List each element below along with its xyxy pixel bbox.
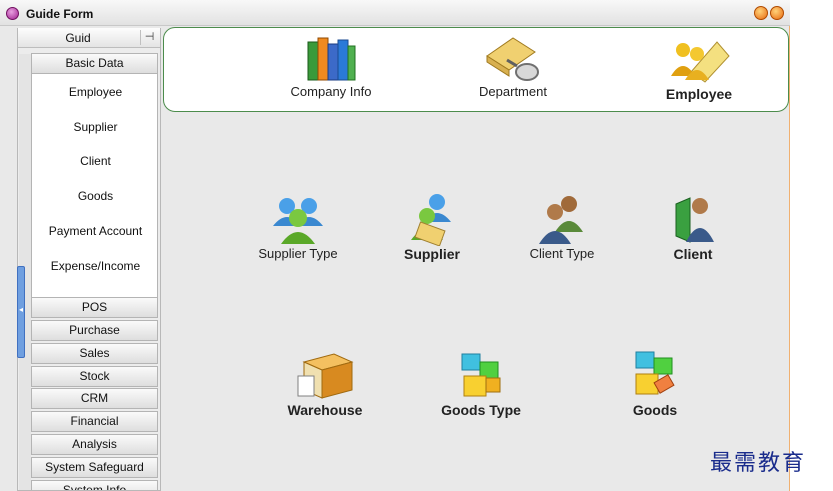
close-button[interactable] — [770, 6, 784, 20]
nav-payment-account[interactable]: Payment Account — [32, 220, 159, 242]
tile-label: Client Type — [529, 246, 595, 261]
nav-employee[interactable]: Employee — [32, 81, 159, 103]
nav-goods[interactable]: Goods — [32, 185, 159, 207]
tile-label: Supplier — [403, 246, 460, 262]
tile-company-info[interactable]: Company Info — [286, 34, 376, 99]
book-magnifier-icon — [486, 37, 539, 81]
tile-label: Goods — [632, 402, 678, 418]
app-icon — [6, 7, 19, 20]
tile-label: Warehouse — [287, 402, 363, 418]
group-basic-data[interactable]: Basic Data — [31, 53, 158, 74]
window-title: Guide Form — [26, 7, 94, 21]
tile-department[interactable]: Department — [468, 34, 558, 99]
tile-supplier[interactable]: Supplier — [387, 192, 477, 262]
tile-label: Company Info — [290, 84, 372, 99]
nav-client[interactable]: Client — [32, 150, 159, 172]
minimize-button[interactable] — [754, 6, 768, 20]
two-persons-icon — [539, 196, 583, 244]
group-pos[interactable]: POS — [31, 297, 158, 318]
group-financial[interactable]: Financial — [31, 411, 158, 432]
guide-form-window: Guide Form Guid ⊣ Basic Data Employee Su… — [0, 0, 790, 491]
cubes-tag-icon — [635, 351, 675, 395]
group-sales[interactable]: Sales — [31, 343, 158, 364]
group-crm[interactable]: CRM — [31, 388, 158, 409]
tile-warehouse[interactable]: Warehouse — [280, 346, 370, 418]
title-bar: Guide Form — [0, 0, 790, 26]
tile-label: Client — [673, 246, 713, 262]
group-purchase[interactable]: Purchase — [31, 320, 158, 341]
basic-data-panel: Employee Supplier Client Goods Payment A… — [31, 74, 158, 297]
sidebar-header-label: Guid — [65, 31, 91, 45]
tile-label: Employee — [665, 86, 733, 102]
group-analysis[interactable]: Analysis — [31, 434, 158, 455]
cubes-icon — [461, 353, 501, 397]
supplier-people-icon — [411, 194, 451, 246]
nav-supplier[interactable]: Supplier — [32, 116, 159, 138]
tile-client-type[interactable]: Client Type — [517, 192, 607, 261]
tile-goods[interactable]: Goods — [610, 346, 700, 418]
tile-employee[interactable]: Employee — [654, 32, 744, 102]
basic-info-panel: Company Info Department Employee — [163, 27, 789, 112]
tile-supplier-type[interactable]: Supplier Type — [253, 192, 343, 261]
collapse-arrow-icon: ◂ — [19, 305, 24, 314]
group-system-info[interactable]: System Info — [31, 480, 158, 490]
sidebar-collapse-handle[interactable]: ◂ — [17, 266, 25, 358]
watermark-text: 最需教育 — [710, 451, 807, 476]
people-book-icon — [671, 41, 730, 83]
nav-expense-income[interactable]: Expense/Income — [32, 255, 159, 277]
tile-goods-type[interactable]: Goods Type — [436, 348, 526, 418]
pin-icon[interactable]: ⊣ — [140, 30, 158, 45]
people-group-icon — [273, 198, 323, 244]
main-panel: Company Info Department Employee Supplie… — [161, 26, 789, 491]
books-icon — [307, 37, 356, 81]
warehouse-icon — [297, 353, 354, 399]
tile-label: Department — [479, 84, 547, 99]
tile-label: Supplier Type — [258, 246, 338, 261]
guide-sidebar: Guid ⊣ Basic Data Employee Supplier Clie… — [17, 28, 161, 491]
person-door-icon — [675, 197, 714, 243]
group-system-safeguard[interactable]: System Safeguard — [31, 457, 158, 478]
tile-label: Goods Type — [441, 402, 521, 418]
group-stock[interactable]: Stock — [31, 366, 158, 387]
tile-client[interactable]: Client — [648, 192, 738, 262]
sidebar-header: Guid ⊣ — [18, 28, 160, 48]
